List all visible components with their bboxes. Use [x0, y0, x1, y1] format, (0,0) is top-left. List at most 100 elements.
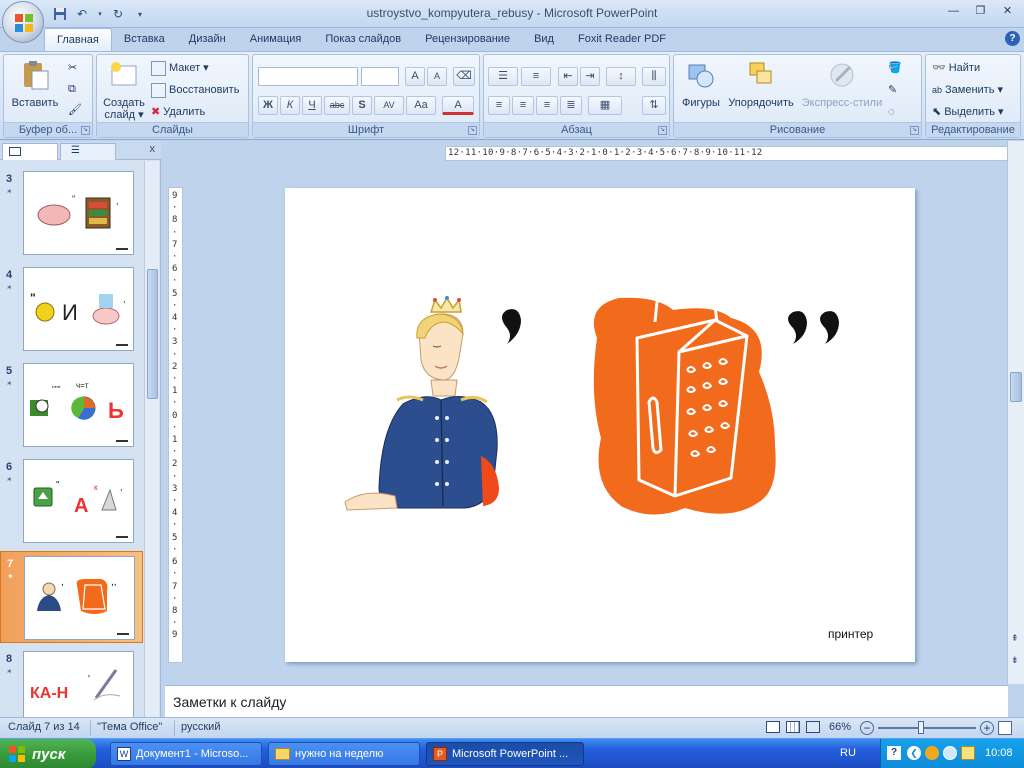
restore-slide-button[interactable]: Восстановить — [151, 80, 239, 100]
find-button[interactable]: 👓 Найти — [932, 58, 980, 78]
cut-button[interactable]: ✂ — [68, 58, 77, 78]
slide-caption[interactable]: принтер — [828, 627, 873, 641]
grow-font-button[interactable]: A — [405, 67, 425, 86]
horizontal-ruler[interactable]: 12·11·10·9·8·7·6·5·4·3·2·1·0·1·2·3·4·5·6… — [445, 146, 1024, 161]
thumbnail-item[interactable]: 4 ✶ " И , — [0, 263, 143, 355]
taskbar-item-folder[interactable]: нужно на неделю — [268, 742, 420, 766]
arrange-button[interactable]: Упорядочить — [724, 59, 798, 109]
justify-button[interactable]: ≣ — [560, 96, 582, 115]
thumbnail-item[interactable]: 3 ✶ ", — [0, 167, 143, 259]
copy-button[interactable]: ⧉ — [68, 79, 76, 99]
shrink-font-button[interactable]: A — [427, 67, 447, 86]
slides-tab[interactable] — [2, 143, 58, 160]
help-icon[interactable]: ? — [1005, 31, 1020, 46]
clipboard-launcher-icon[interactable]: ↘ — [81, 126, 90, 135]
columns-layout-button[interactable]: ▦ — [588, 96, 622, 115]
shape-effects-button[interactable]: ◌ — [888, 102, 895, 122]
font-color-button[interactable]: A — [442, 96, 474, 115]
scroll-thumb[interactable] — [147, 269, 158, 399]
drawing-launcher-icon[interactable]: ↘ — [910, 126, 919, 135]
minimize-button[interactable]: — — [941, 3, 966, 21]
theme-name[interactable]: "Тема Office" — [97, 721, 162, 733]
tab-foxit[interactable]: Foxit Reader PDF — [566, 28, 678, 51]
language-bar[interactable]: RU — [840, 747, 856, 759]
previous-slide-icon[interactable]: ⇞ — [1011, 633, 1019, 644]
tab-home[interactable]: Главная — [44, 28, 112, 51]
thumbnail-item[interactable]: 5 ✶ """ ч=т Ь — [0, 359, 143, 451]
numbering-button[interactable]: ≡ — [521, 67, 551, 86]
king-image[interactable] — [344, 296, 499, 511]
char-spacing-button[interactable]: AV — [374, 96, 404, 115]
decrease-indent-button[interactable]: ⇤ — [558, 67, 578, 86]
zoom-out-icon[interactable]: − — [860, 721, 874, 735]
tab-view[interactable]: Вид — [522, 28, 566, 51]
delete-slide-button[interactable]: ✖ Удалить — [151, 102, 205, 122]
format-painter-button[interactable]: 🖌 — [68, 100, 82, 120]
align-left-button[interactable]: ≡ — [488, 96, 510, 115]
bullets-button[interactable]: ☰ — [488, 67, 518, 86]
increase-indent-button[interactable]: ⇥ — [580, 67, 600, 86]
change-case-button[interactable]: Aa — [406, 96, 436, 115]
scroll-thumb[interactable] — [1010, 372, 1022, 402]
clock[interactable]: 10:08 — [985, 747, 1013, 759]
select-button[interactable]: ⬉ Выделить ▾ — [932, 102, 1004, 122]
paste-button[interactable]: Вставить — [10, 59, 60, 109]
volume-tray-icon[interactable] — [961, 746, 975, 760]
fit-slide-icon[interactable] — [998, 721, 1012, 735]
zoom-level[interactable]: 66% — [829, 721, 851, 733]
slide-canvas[interactable]: принтер — [285, 188, 915, 662]
line-spacing-button[interactable]: ↕ — [606, 67, 636, 86]
paragraph-launcher-icon[interactable]: ↘ — [658, 126, 667, 135]
normal-view-icon[interactable] — [766, 721, 780, 733]
outline-tab[interactable]: ☰ — [60, 143, 116, 160]
arrow-tray-icon[interactable]: ❮ — [907, 746, 921, 760]
tab-review[interactable]: Рецензирование — [413, 28, 522, 51]
office-button[interactable] — [2, 1, 44, 43]
shape-fill-button[interactable]: 🪣 — [888, 58, 902, 78]
tab-slideshow[interactable]: Показ слайдов — [313, 28, 413, 51]
thumbnail-item[interactable]: 6 ✶ " А к , — [0, 455, 143, 547]
align-right-button[interactable]: ≡ — [536, 96, 558, 115]
font-size-input[interactable] — [361, 67, 399, 86]
zoom-slider[interactable]: − + — [860, 721, 1012, 735]
restore-button[interactable]: ❐ — [968, 3, 993, 21]
help-tray-icon[interactable]: ? — [887, 746, 901, 760]
editor-scrollbar[interactable]: ⇞ ⇟ — [1007, 141, 1024, 684]
notes-pane[interactable]: Заметки к слайду — [165, 685, 1008, 717]
vertical-ruler[interactable]: 9·8·7·6·5·4·3·2·1·0·1·2·3·4·5·6·7·8·9 — [168, 187, 183, 663]
quick-styles-button[interactable]: Экспресс-стили — [798, 59, 886, 109]
thumbnail-item-selected[interactable]: 7 ✶ , ,, — [0, 551, 143, 643]
grater-image[interactable] — [593, 292, 776, 515]
next-slide-icon[interactable]: ⇟ — [1011, 655, 1019, 666]
zoom-track[interactable] — [878, 721, 976, 734]
slide-sorter-icon[interactable] — [786, 721, 800, 733]
shapes-button[interactable]: Фигуры — [678, 59, 724, 109]
close-button[interactable]: ✕ — [995, 3, 1020, 21]
tab-insert[interactable]: Вставка — [112, 28, 177, 51]
shape-outline-button[interactable]: ✎ — [888, 80, 897, 100]
slideshow-icon[interactable] — [806, 721, 820, 733]
zoom-in-icon[interactable]: + — [980, 721, 994, 735]
taskbar-item-powerpoint[interactable]: P Microsoft PowerPoint ... — [426, 742, 584, 766]
new-slide-button[interactable]: Создать слайд ▾ — [100, 59, 148, 121]
tab-design[interactable]: Дизайн — [177, 28, 238, 51]
italic-button[interactable]: К — [280, 96, 300, 115]
network-tray-icon[interactable] — [925, 746, 939, 760]
layout-button[interactable]: Макет ▾ — [151, 58, 209, 78]
close-panel-icon[interactable]: x — [150, 143, 156, 155]
thumbnail-scrollbar[interactable] — [144, 161, 159, 717]
underline-button[interactable]: Ч — [302, 96, 322, 115]
text-direction-button[interactable]: ⇅ — [642, 96, 666, 115]
taskbar-item-word[interactable]: W Документ1 - Microso... — [110, 742, 262, 766]
replace-button[interactable]: ab Заменить ▾ — [932, 80, 1003, 100]
clear-format-button[interactable]: ⌫ — [453, 67, 475, 86]
columns-button[interactable]: ⫼ — [642, 67, 666, 86]
thumbnail-item[interactable]: 8 ✶ КА-Н ' — [0, 647, 143, 717]
zoom-thumb[interactable] — [918, 721, 924, 734]
bold-button[interactable]: Ж — [258, 96, 278, 115]
font-launcher-icon[interactable]: ↘ — [468, 126, 477, 135]
shadow-button[interactable]: S — [352, 96, 372, 115]
font-name-input[interactable] — [258, 67, 358, 86]
language-indicator[interactable]: русский — [181, 721, 220, 733]
start-button[interactable]: пуск — [0, 739, 96, 768]
